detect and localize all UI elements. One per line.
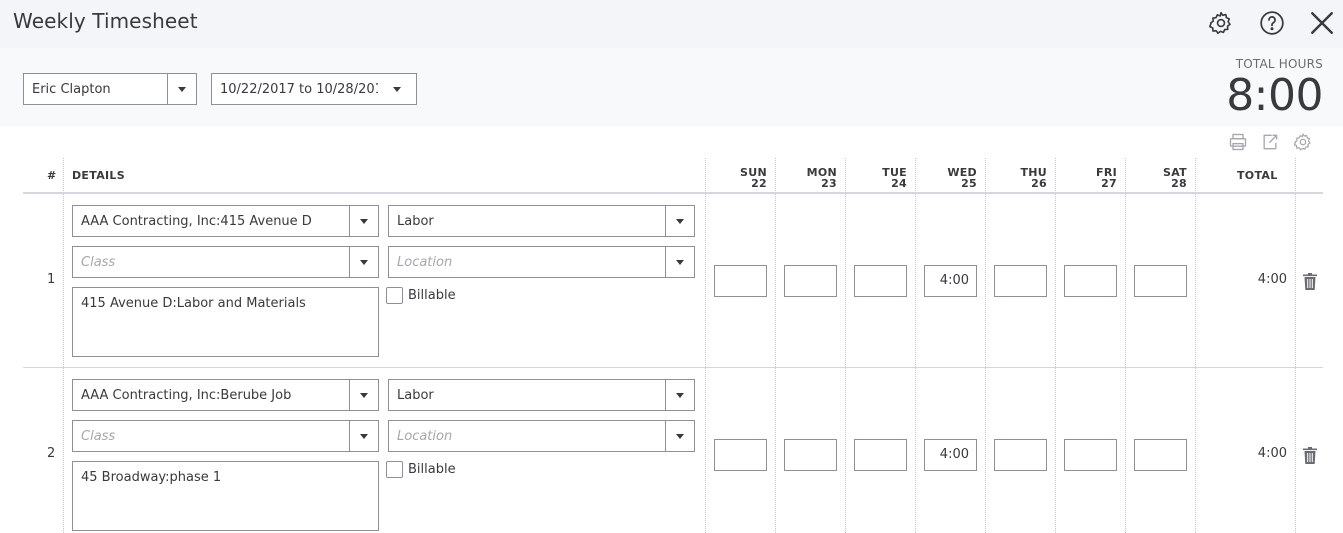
- customer-select-value: AAA Contracting, Inc:415 Avenue D: [81, 213, 312, 229]
- customer-select[interactable]: AAA Contracting, Inc:415 Avenue D: [72, 205, 379, 237]
- column-header-thu: THU 26: [1020, 166, 1047, 190]
- trash-icon[interactable]: [1302, 446, 1318, 464]
- page-header: Weekly Timesheet: [0, 0, 1343, 48]
- date-range-value: 10/22/2017 to 10/28/2017: [220, 81, 378, 97]
- column-divider: [63, 158, 64, 533]
- description-textarea[interactable]: 415 Avenue D:Labor and Materials: [72, 287, 379, 357]
- column-header-total: TOTAL: [1237, 169, 1278, 182]
- employee-select[interactable]: Eric Clapton: [23, 73, 197, 105]
- page-title: Weekly Timesheet: [13, 9, 198, 33]
- hours-input-wed[interactable]: 4:00: [924, 439, 977, 471]
- column-header-mon: MON 23: [806, 166, 837, 190]
- billable-checkbox[interactable]: [386, 461, 403, 478]
- column-divider: [1195, 158, 1196, 533]
- service-select-value: Labor: [397, 213, 434, 229]
- customer-select-value: AAA Contracting, Inc:Berube Job: [81, 387, 292, 403]
- row-number: 1: [47, 272, 56, 287]
- hours-input-sat[interactable]: [1134, 265, 1187, 297]
- billable-checkbox[interactable]: [386, 287, 403, 304]
- hours-input-mon[interactable]: [784, 265, 837, 297]
- hours-input-sat[interactable]: [1134, 439, 1187, 471]
- column-divider: [705, 158, 706, 533]
- filter-bar: [0, 48, 1343, 126]
- print-icon[interactable]: [1227, 131, 1249, 153]
- employee-select-value: Eric Clapton: [32, 81, 111, 97]
- location-placeholder: Location: [397, 254, 453, 270]
- service-select[interactable]: Labor: [388, 205, 695, 237]
- column-divider: [1125, 158, 1126, 533]
- column-header-tue: TUE 24: [882, 166, 907, 190]
- chevron-down-icon[interactable]: [378, 74, 416, 104]
- column-header-num: #: [47, 169, 57, 182]
- column-header-details: DETAILS: [72, 169, 125, 182]
- hours-input-tue[interactable]: [854, 439, 907, 471]
- hours-input-wed[interactable]: 4:00: [924, 265, 977, 297]
- gear-icon[interactable]: [1207, 9, 1235, 37]
- settings-icon[interactable]: [1292, 131, 1314, 153]
- chevron-down-icon[interactable]: [665, 380, 694, 410]
- chevron-down-icon[interactable]: [167, 74, 196, 104]
- export-icon[interactable]: [1259, 131, 1281, 153]
- class-placeholder: Class: [81, 428, 116, 444]
- location-select[interactable]: Location: [388, 246, 695, 278]
- hours-input-fri[interactable]: [1064, 265, 1117, 297]
- customer-select[interactable]: AAA Contracting, Inc:Berube Job: [72, 379, 379, 411]
- billable-label: Billable: [408, 462, 456, 477]
- hours-input-thu[interactable]: [994, 439, 1047, 471]
- class-placeholder: Class: [81, 254, 116, 270]
- class-select[interactable]: Class: [72, 420, 379, 452]
- table-header: # DETAILS SUN 22 MON 23 TUE 24 WED 25 THU 26 …: [23, 158, 1323, 194]
- trash-icon[interactable]: [1302, 272, 1318, 290]
- hours-input-sun[interactable]: [714, 439, 767, 471]
- chevron-down-icon[interactable]: [665, 247, 694, 277]
- row-total: 4:00: [1257, 272, 1287, 287]
- column-header-sun: SUN 22: [740, 166, 767, 190]
- billable-label: Billable: [408, 288, 456, 303]
- chevron-down-icon[interactable]: [665, 206, 694, 236]
- date-range-select[interactable]: 10/22/2017 to 10/28/2017: [211, 73, 417, 105]
- chevron-down-icon[interactable]: [665, 421, 694, 451]
- description-textarea[interactable]: 45 Broadway:phase 1: [72, 461, 379, 531]
- hours-input-thu[interactable]: [994, 265, 1047, 297]
- row-total: 4:00: [1257, 446, 1287, 461]
- location-placeholder: Location: [397, 428, 453, 444]
- row-divider: [23, 367, 1323, 368]
- help-icon[interactable]: [1258, 9, 1286, 37]
- service-select[interactable]: Labor: [388, 379, 695, 411]
- chevron-down-icon[interactable]: [349, 247, 378, 277]
- column-divider: [775, 158, 776, 533]
- hours-input-fri[interactable]: [1064, 439, 1117, 471]
- hours-input-sun[interactable]: [714, 265, 767, 297]
- column-divider: [1055, 158, 1056, 533]
- chevron-down-icon[interactable]: [349, 421, 378, 451]
- close-icon[interactable]: [1308, 9, 1336, 37]
- column-divider: [845, 158, 846, 533]
- hours-input-tue[interactable]: [854, 265, 907, 297]
- column-divider: [915, 158, 916, 533]
- column-header-wed: WED 25: [947, 166, 977, 190]
- column-header-sat: SAT 28: [1163, 166, 1187, 190]
- location-select[interactable]: Location: [388, 420, 695, 452]
- row-number: 2: [47, 446, 56, 461]
- class-select[interactable]: Class: [72, 246, 379, 278]
- chevron-down-icon[interactable]: [349, 206, 378, 236]
- total-hours-value: 8:00: [1226, 70, 1323, 121]
- service-select-value: Labor: [397, 387, 434, 403]
- column-divider: [985, 158, 986, 533]
- hours-input-mon[interactable]: [784, 439, 837, 471]
- column-divider: [1295, 158, 1296, 533]
- chevron-down-icon[interactable]: [349, 380, 378, 410]
- column-header-fri: FRI 27: [1096, 166, 1117, 190]
- total-hours-label: TOTAL HOURS: [1235, 57, 1323, 71]
